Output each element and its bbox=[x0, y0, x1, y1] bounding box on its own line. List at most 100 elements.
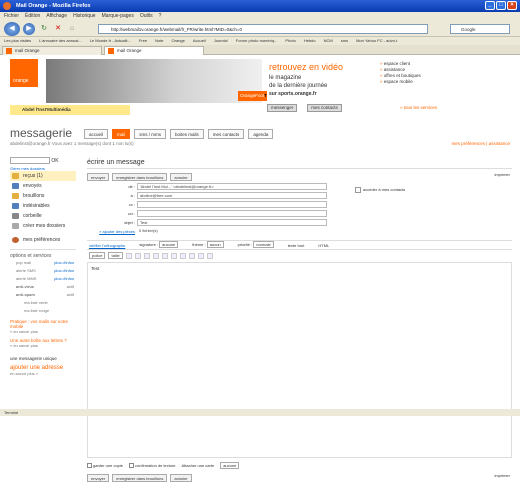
spellcheck-link[interactable]: vérifier l'orthographe bbox=[89, 243, 125, 248]
menu-edition[interactable]: Édition bbox=[25, 12, 40, 21]
folder-drafts[interactable]: brouillons bbox=[10, 191, 76, 201]
read-receipt-option[interactable]: confirmation de lecture bbox=[129, 463, 176, 469]
bookmark-item[interactable]: Accueil bbox=[193, 37, 206, 45]
video-promo[interactable]: retrouvez en vidéo le magazine de la der… bbox=[267, 59, 377, 103]
reload-button[interactable]: ↻ bbox=[38, 23, 50, 35]
menu-outils[interactable]: Outils bbox=[140, 12, 153, 21]
menu-historique[interactable]: Historique bbox=[73, 12, 96, 21]
send-button[interactable]: envoyer bbox=[87, 172, 110, 181]
close-button[interactable]: × bbox=[507, 1, 517, 10]
send-button[interactable]: envoyer bbox=[87, 473, 110, 482]
tab-accueil[interactable]: accueil bbox=[84, 129, 109, 139]
minimize-button[interactable]: _ bbox=[485, 1, 495, 10]
preferences-item[interactable]: mes préférences bbox=[10, 235, 76, 245]
bookmark-item[interactable]: L'annuaire des annuai... bbox=[39, 37, 82, 45]
cc-field[interactable] bbox=[137, 201, 327, 208]
folder-search-button[interactable]: OK bbox=[51, 158, 58, 164]
add-address-more[interactable]: en savoir plus » bbox=[10, 371, 76, 376]
contacts-button[interactable]: mes contacts bbox=[307, 104, 342, 112]
banner-image[interactable]: OrangeFootTV bbox=[46, 59, 272, 103]
text-mode-radio[interactable]: texte brut bbox=[288, 243, 305, 248]
user-promo[interactable]: Abdel l'Inst'Multimédia bbox=[10, 105, 130, 115]
option-row[interactable]: ma liste rouge bbox=[10, 307, 76, 315]
unique-mail-promo[interactable]: une messagerie unique bbox=[10, 356, 76, 361]
bookmark-item[interactable]: Hebdo bbox=[304, 37, 316, 45]
italic-icon[interactable] bbox=[134, 252, 141, 259]
html-mode-radio[interactable]: HTML bbox=[318, 243, 329, 248]
bcc-field[interactable] bbox=[137, 210, 327, 217]
tab-agenda[interactable]: agenda bbox=[248, 129, 274, 139]
card-select[interactable]: aucune bbox=[220, 462, 240, 469]
link-icon[interactable] bbox=[197, 252, 204, 259]
maximize-button[interactable]: □ bbox=[496, 1, 506, 10]
bookmark-item[interactable]: Forum photo numériq... bbox=[236, 37, 278, 45]
font-select[interactable]: police bbox=[89, 252, 106, 259]
forward-button[interactable]: ▶ bbox=[23, 23, 35, 35]
message-body[interactable]: Test bbox=[87, 262, 512, 458]
cancel-button[interactable]: annuler bbox=[170, 172, 192, 181]
from-select[interactable]: 'Abdel l'Inst Mul...' <abdelinst@orange.… bbox=[137, 183, 327, 190]
tab-sms[interactable]: sms / mms bbox=[134, 129, 167, 139]
browser-tab-active[interactable]: mail Orange bbox=[104, 46, 204, 55]
url-bar[interactable]: http://webmail1v.orange.fr/webmail/fr_FR… bbox=[98, 24, 428, 34]
folder-sent[interactable]: envoyés bbox=[10, 181, 76, 191]
align-right-icon[interactable] bbox=[170, 252, 177, 259]
bold-icon[interactable] bbox=[125, 252, 132, 259]
mobile-promo[interactable]: Pratique : vos mails sur votre mobile bbox=[10, 319, 76, 329]
messenger-button[interactable]: messenger bbox=[267, 104, 298, 112]
folder-create[interactable]: créer mes dossiers bbox=[10, 221, 76, 231]
orange-logo[interactable]: orange bbox=[10, 59, 38, 87]
folder-trash[interactable]: corbeille bbox=[10, 211, 76, 221]
underline-icon[interactable] bbox=[143, 252, 150, 259]
bookmark-item[interactable]: Note bbox=[155, 37, 163, 45]
stop-button[interactable]: ✕ bbox=[52, 23, 64, 35]
menu-fichier[interactable]: Fichier bbox=[4, 12, 19, 21]
bookmark-item[interactable]: Joomla! bbox=[214, 37, 228, 45]
print-button[interactable]: imprimer bbox=[494, 473, 510, 478]
bookmark-item[interactable]: Les plus visités bbox=[4, 37, 31, 45]
tab-boites[interactable]: boites mails bbox=[170, 129, 204, 139]
folder-inbox[interactable]: reçus (1) bbox=[10, 171, 76, 181]
bookmark-item[interactable]: Mon Yahoo FC - advo.t bbox=[356, 37, 397, 45]
folder-search-input[interactable] bbox=[10, 157, 50, 164]
bookmark-item[interactable]: Photo bbox=[285, 37, 295, 45]
size-select[interactable]: taille bbox=[108, 252, 123, 259]
color-icon[interactable] bbox=[188, 252, 195, 259]
align-left-icon[interactable] bbox=[152, 252, 159, 259]
service-link[interactable]: espace mobile bbox=[380, 79, 500, 85]
folder-spam[interactable]: indésirables bbox=[10, 201, 76, 211]
menu-marque-pages[interactable]: Marque-pages bbox=[102, 12, 134, 21]
to-field[interactable]: abcline@free.com bbox=[137, 192, 327, 199]
bookmark-item[interactable]: Orange bbox=[172, 37, 185, 45]
bookmark-item[interactable]: sms bbox=[341, 37, 348, 45]
option-row[interactable]: ma liste verte bbox=[10, 299, 76, 307]
print-button[interactable]: imprimer bbox=[494, 172, 510, 177]
keep-copy-option[interactable]: garder une copie bbox=[87, 463, 123, 469]
preferences-link[interactable]: mes préférences | assistance bbox=[452, 141, 510, 146]
signature-select[interactable]: aucune bbox=[159, 241, 179, 248]
menu-affichage[interactable]: Affichage bbox=[46, 12, 67, 21]
mailbox-promo-link[interactable]: » en savoir plus bbox=[10, 343, 76, 348]
save-draft-button[interactable]: enregistrer dans brouillons bbox=[112, 473, 168, 482]
cancel-button[interactable]: annuler bbox=[170, 473, 192, 482]
list-icon[interactable] bbox=[179, 252, 186, 259]
theme-select[interactable]: aucun bbox=[206, 241, 224, 248]
bookmark-item[interactable]: NCM bbox=[324, 37, 333, 45]
subject-field[interactable]: Test bbox=[137, 219, 327, 226]
home-button[interactable]: ⌂ bbox=[66, 23, 78, 35]
tab-mail[interactable]: mail bbox=[112, 129, 131, 139]
bookmark-item[interactable]: Le Monde.fr - Actualit... bbox=[90, 37, 131, 45]
align-center-icon[interactable] bbox=[161, 252, 168, 259]
save-draft-button[interactable]: enregistrer dans brouillons bbox=[112, 172, 168, 181]
search-input[interactable]: Google bbox=[450, 24, 510, 34]
menu-help[interactable]: ? bbox=[159, 12, 162, 21]
bookmark-item[interactable]: Free bbox=[139, 37, 147, 45]
add-attachment-link[interactable]: » ajouter des pièces bbox=[87, 227, 135, 236]
all-services-link[interactable]: » tous les services bbox=[400, 105, 437, 110]
mobile-promo-link[interactable]: » en savoir plus bbox=[10, 329, 76, 334]
browser-tab[interactable]: mail Orange bbox=[2, 46, 102, 55]
tab-contacts[interactable]: mes contacts bbox=[207, 129, 245, 139]
priority-select[interactable]: normale bbox=[253, 241, 274, 248]
address-book-button[interactable]: accéder à mes contacts bbox=[355, 187, 405, 193]
back-button[interactable]: ◀ bbox=[4, 22, 20, 36]
